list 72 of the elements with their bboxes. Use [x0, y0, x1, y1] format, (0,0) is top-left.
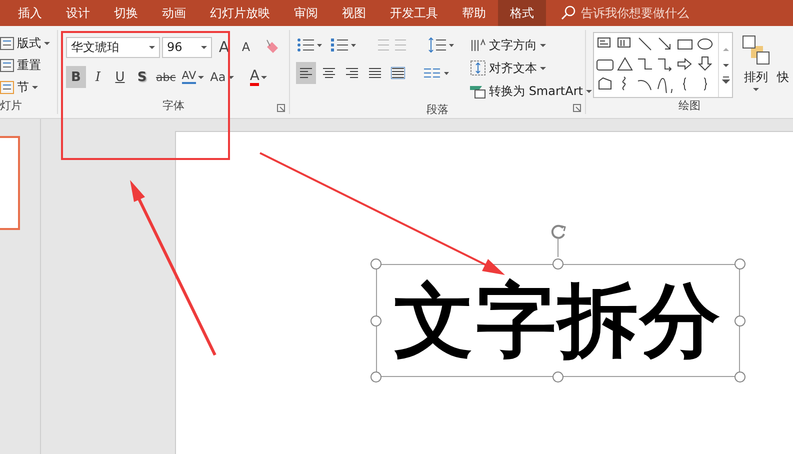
align-right-icon — [345, 67, 359, 79]
resize-handle[interactable] — [370, 372, 382, 382]
slide-command[interactable]: 重置 — [0, 54, 50, 76]
search-icon — [560, 5, 576, 21]
columns-icon[interactable] — [423, 66, 451, 80]
arrange-button[interactable]: 排列 — [744, 66, 768, 88]
align-distributed-icon — [391, 67, 405, 79]
layout-icon — [0, 36, 14, 50]
shape-icon[interactable] — [616, 55, 634, 73]
tell-me-search[interactable]: 告诉我你想要做什么 — [560, 0, 689, 26]
resize-handle[interactable] — [734, 315, 746, 326]
format-button[interactable]: U — [110, 66, 130, 88]
resize-handle[interactable] — [734, 372, 746, 382]
dialog-launcher-icon[interactable] — [277, 104, 285, 112]
format-button[interactable]: S — [132, 66, 152, 88]
slide-title: 文字拆分 — [394, 280, 722, 360]
layout-icon — [0, 80, 14, 94]
menu-tab[interactable]: 设计 — [54, 0, 102, 26]
align-left-icon — [299, 67, 313, 79]
align-text-icon — [470, 60, 486, 76]
paragraph-command[interactable]: 对齐文本 — [470, 57, 592, 79]
menu-tab[interactable]: 视图 — [330, 0, 378, 26]
align-center-icon — [322, 67, 336, 79]
slide-command[interactable]: 版式 — [0, 32, 50, 54]
slide-command[interactable]: 节 — [0, 76, 50, 98]
menu-tab[interactable]: 切换 — [102, 0, 150, 26]
resize-handle[interactable] — [552, 372, 564, 382]
slide-thumbnail[interactable] — [0, 136, 20, 230]
increase-font-button[interactable]: A — [214, 36, 234, 58]
arrange-icon — [741, 34, 771, 66]
quick-styles-button[interactable]: 快 — [777, 66, 789, 88]
format-button[interactable]: AV — [180, 66, 206, 88]
shape-icon[interactable] — [656, 75, 674, 93]
shape-icon[interactable] — [636, 35, 654, 53]
numbering-icon[interactable] — [330, 37, 358, 53]
align-button[interactable] — [296, 62, 316, 84]
menu-tab[interactable]: 插入 — [6, 0, 54, 26]
resize-handle[interactable] — [552, 258, 564, 270]
shape-icon[interactable] — [676, 55, 694, 73]
decrease-font-button[interactable]: A — [236, 36, 256, 58]
resize-handle[interactable] — [370, 258, 382, 270]
text-box[interactable]: 文字拆分 — [376, 264, 740, 377]
menu-tab[interactable]: 动画 — [150, 0, 198, 26]
format-button[interactable]: B — [66, 66, 86, 88]
text-direction-icon — [470, 37, 486, 53]
menu-tab[interactable]: 帮助 — [450, 0, 498, 26]
font-size-field[interactable]: 96 — [162, 36, 212, 58]
group-label: 段落 — [426, 102, 448, 117]
format-button[interactable]: abc — [154, 66, 178, 88]
align-justify-icon — [368, 67, 382, 79]
smartart-icon — [470, 83, 486, 99]
font-color-button[interactable]: A — [246, 66, 272, 88]
bullets-icon[interactable] — [296, 37, 324, 53]
shapes-gallery[interactable] — [593, 32, 733, 98]
format-button[interactable]: Aa — [208, 66, 236, 88]
format-button[interactable]: I — [88, 66, 108, 88]
dialog-launcher-icon[interactable] — [573, 104, 581, 112]
menu-tab[interactable]: 格式 — [498, 0, 546, 26]
group-label: 绘图 — [678, 98, 700, 114]
line-spacing-icon[interactable] — [428, 36, 456, 54]
group-label: 字体 — [162, 98, 184, 114]
group-label: 灯片 — [0, 98, 22, 114]
gallery-scroll-icon[interactable] — [722, 45, 730, 85]
layout-icon — [0, 58, 14, 72]
font-name-field[interactable]: 华文琥珀 — [66, 36, 160, 58]
paragraph-command[interactable]: 文字方向 — [470, 34, 592, 56]
menu-tab[interactable]: 幻灯片放映 — [198, 0, 282, 26]
shape-icon[interactable] — [696, 55, 714, 73]
menu-tab[interactable]: 开发工具 — [378, 0, 450, 26]
resize-handle[interactable] — [370, 315, 382, 326]
resize-handle[interactable] — [734, 258, 746, 270]
menu-tab[interactable]: 审阅 — [282, 0, 330, 26]
